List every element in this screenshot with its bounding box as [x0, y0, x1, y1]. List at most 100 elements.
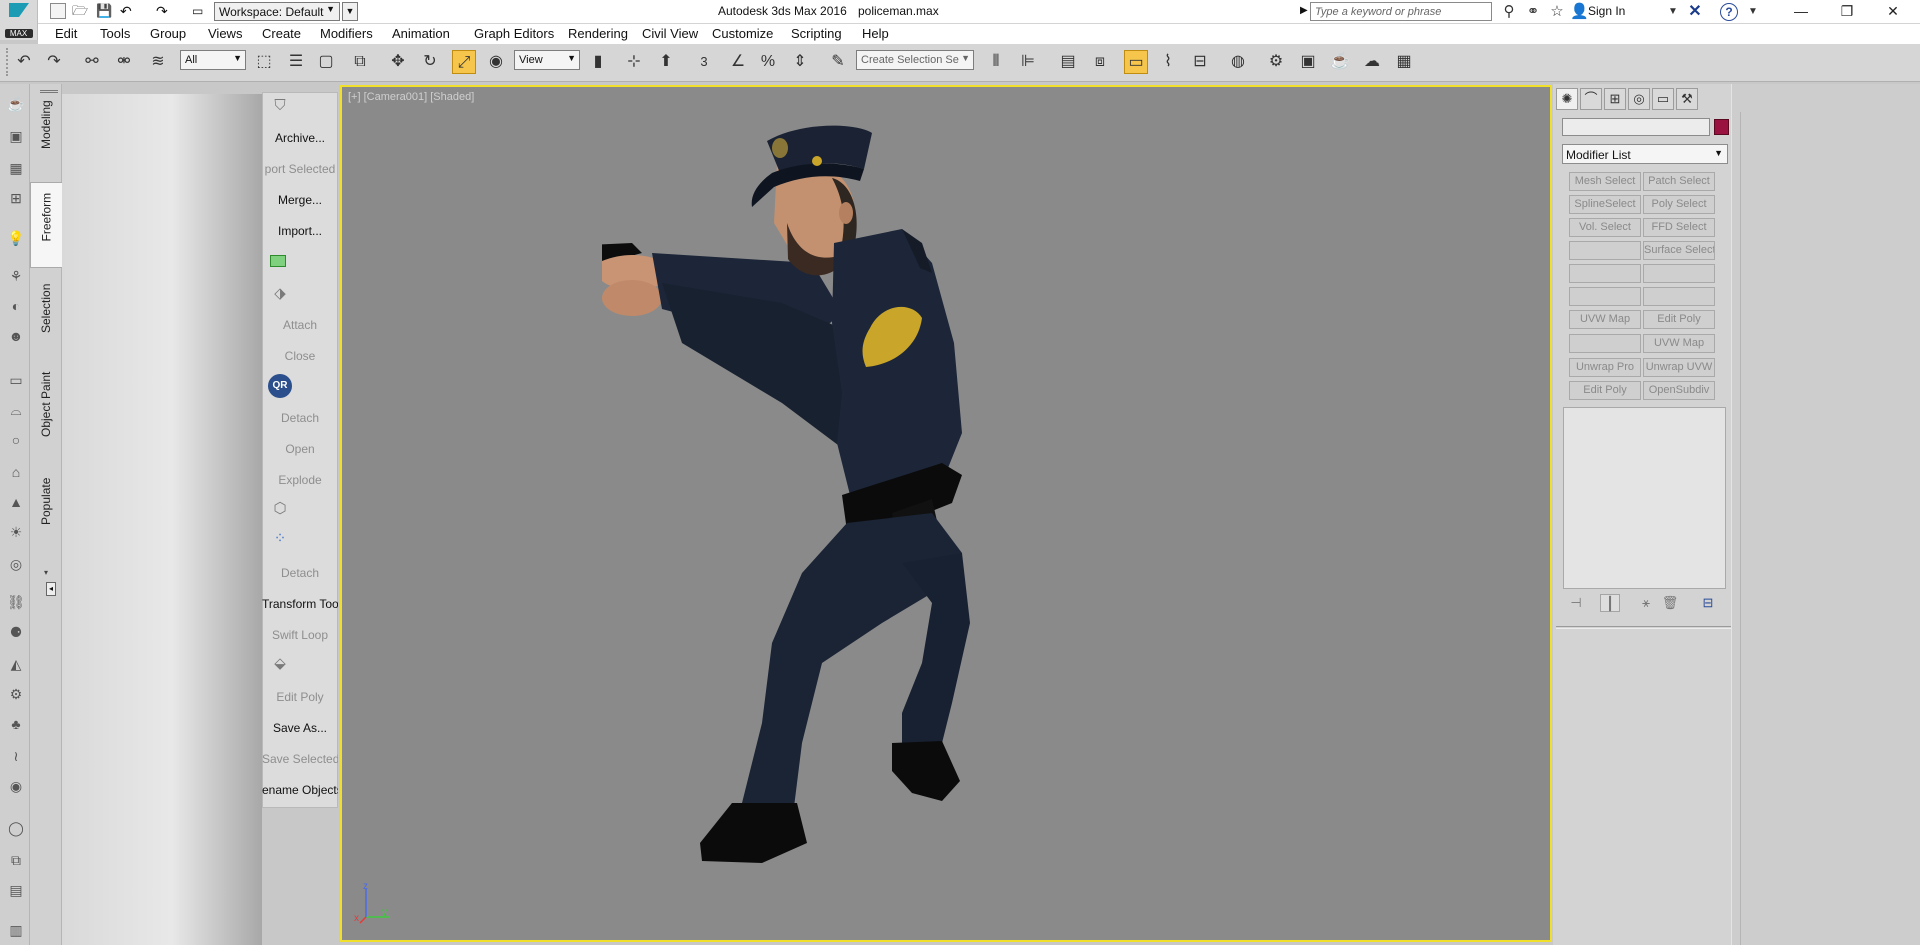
mod-button[interactable]: Unwrap UVW [1643, 358, 1715, 377]
glass-sphere-icon[interactable]: ◯ [6, 818, 26, 838]
tool-import[interactable]: Import... [262, 224, 338, 238]
mod-button[interactable]: OpenSubdiv [1643, 381, 1715, 400]
menu-help[interactable]: Help [862, 26, 889, 41]
redo-icon[interactable]: ↷ [42, 50, 66, 74]
material-editor-icon[interactable]: ◍ [1226, 50, 1250, 74]
menu-modifiers[interactable]: Modifiers [320, 26, 373, 41]
sun-icon[interactable]: ☀ [6, 522, 26, 542]
tab-modeling[interactable]: Modeling [30, 98, 62, 168]
menu-graph-editors[interactable]: Graph Editors [474, 26, 554, 41]
percent-snap-icon[interactable]: % [756, 50, 780, 74]
remove-modifier-icon[interactable]: 🗑 [1660, 594, 1680, 612]
tool-export-selected[interactable]: port Selected [262, 162, 338, 176]
select-object-icon[interactable]: ⬚ [252, 50, 276, 74]
tab-selection[interactable]: Selection [30, 282, 62, 352]
mod-button[interactable]: Patch Select [1643, 172, 1715, 191]
tool-close[interactable]: Close [262, 349, 338, 363]
minimize-icon[interactable]: — [1778, 0, 1824, 24]
favorites-star-icon[interactable]: ☆ [1548, 3, 1566, 21]
viewport-layout-icon[interactable]: ▥ [6, 920, 26, 940]
angle-snap-icon[interactable]: ∠ [726, 50, 750, 74]
menu-customize[interactable]: Customize [712, 26, 773, 41]
mod-button[interactable]: UVW Map [1569, 310, 1641, 329]
rectangular-selection-icon[interactable]: ▢ [314, 50, 338, 74]
tool-edit-poly[interactable]: Edit Poly [262, 690, 338, 704]
mod-button[interactable] [1643, 287, 1715, 306]
modifier-list-dropdown[interactable]: Modifier List ▼ [1562, 144, 1728, 164]
app-menu-logo[interactable]: MAX [0, 0, 38, 40]
toggle-scene-explorer-icon[interactable]: ▤ [1056, 50, 1080, 74]
tool-merge[interactable]: Merge... [262, 193, 338, 207]
mod-button[interactable]: Vol. Select [1569, 218, 1641, 237]
object-name-field[interactable] [1562, 118, 1710, 136]
tool-open[interactable]: Open [262, 442, 338, 456]
tracks-icon[interactable]: ⛓ [6, 592, 26, 612]
cone-icon[interactable]: ▲ [6, 492, 26, 512]
schematic-view-icon[interactable]: ⊟ [1188, 50, 1212, 74]
select-and-place-icon[interactable]: ◉ [484, 50, 508, 74]
mod-button[interactable]: SplineSelect [1569, 195, 1641, 214]
ring-icon[interactable]: ◎ [6, 554, 26, 574]
search-input[interactable]: Type a keyword or phrase [1310, 2, 1492, 21]
mod-button[interactable]: Mesh Select [1569, 172, 1641, 191]
workspace-options-button[interactable]: ▼ [342, 2, 358, 21]
bread-icon[interactable]: ⌓ [6, 400, 26, 420]
speaker-icon[interactable]: ◐ [6, 296, 26, 316]
mod-button[interactable]: Poly Select [1643, 195, 1715, 214]
sphere-pattern-icon[interactable]: ◉ [6, 776, 26, 796]
tool-transform[interactable]: Transform Tool [262, 597, 338, 611]
tool-explode[interactable]: Explode [262, 473, 338, 487]
help-icon[interactable]: ? [1720, 3, 1738, 21]
configure-modifier-sets-icon[interactable]: ⊟ [1698, 594, 1718, 612]
spinner-snap-icon[interactable]: ⇕ [788, 50, 812, 74]
binoculars-icon[interactable]: ⚲ [1500, 3, 1518, 21]
restore-icon[interactable]: ❐ [1824, 0, 1870, 24]
circle-icon[interactable]: ○ [6, 430, 26, 450]
select-by-name-icon[interactable]: ☰ [284, 50, 308, 74]
toggle-ribbon-icon[interactable]: ▭ [1124, 50, 1148, 74]
open-file-icon[interactable]: 🗁 [72, 3, 88, 19]
redo-icon[interactable]: ↷ [156, 3, 172, 19]
manipulate-icon[interactable]: ⊹ [622, 50, 646, 74]
workspace-dropdown[interactable]: Workspace: Default ▼ [214, 2, 340, 21]
unlink-icon[interactable]: ⚮ [112, 50, 136, 74]
keyboard-shortcut-override-icon[interactable]: ⬆ [654, 50, 678, 74]
a360-gallery-icon[interactable]: ▦ [1392, 50, 1416, 74]
viewport-label[interactable]: [+] [Camera001] [Shaded] [348, 91, 474, 103]
motion-tab-icon[interactable]: ◎ [1628, 88, 1650, 110]
select-and-scale-icon[interactable]: ⤢ [452, 50, 476, 74]
tab-populate[interactable]: Populate [30, 474, 62, 544]
menu-rendering[interactable]: Rendering [568, 26, 628, 41]
tool-save-selected[interactable]: Save Selected [262, 752, 338, 766]
plane-icon[interactable]: ▭ [6, 370, 26, 390]
align-icon[interactable]: ⊫ [1016, 50, 1040, 74]
modifier-stack-list[interactable] [1563, 407, 1726, 589]
make-unique-icon[interactable]: ⚹ [1636, 594, 1656, 612]
menu-animation[interactable]: Animation [392, 26, 450, 41]
gear-icon[interactable]: ⚙ [6, 684, 26, 704]
menu-scripting[interactable]: Scripting [791, 26, 842, 41]
pyramid-icon[interactable]: ◭ [6, 654, 26, 674]
snaps-toggle-icon[interactable]: 3 [692, 50, 716, 74]
mod-button[interactable] [1569, 287, 1641, 306]
mod-button[interactable] [1643, 264, 1715, 283]
tool-save-as[interactable]: Save As... [262, 721, 338, 735]
tool-archive[interactable]: Archive... [262, 131, 338, 145]
search-expand-icon[interactable]: ▶ [1300, 5, 1308, 16]
mask-icon[interactable]: ☻ [6, 326, 26, 346]
tool-rename-objects[interactable]: ename Objects [262, 783, 338, 797]
new-file-icon[interactable] [50, 3, 66, 19]
mod-button[interactable]: Unwrap Pro [1569, 358, 1641, 377]
tab-freeform[interactable]: Freeform [30, 182, 62, 268]
edit-named-selection-icon[interactable]: ✎ [826, 50, 850, 74]
mirror-icon[interactable]: ⫴ [984, 50, 1008, 74]
green-object-icon[interactable] [270, 255, 286, 267]
menu-create[interactable]: Create [262, 26, 301, 41]
menu-tools[interactable]: Tools [100, 26, 130, 41]
named-selection-set-dropdown[interactable]: Create Selection Se ▼ [856, 50, 974, 70]
lightbulb-icon[interactable]: 💡 [6, 228, 26, 248]
save-file-icon[interactable]: 💾 [96, 3, 112, 19]
rendered-frame-window-icon[interactable]: ▣ [1296, 50, 1320, 74]
mod-button[interactable]: Surface Select [1643, 241, 1715, 260]
menu-edit[interactable]: Edit [55, 26, 77, 41]
